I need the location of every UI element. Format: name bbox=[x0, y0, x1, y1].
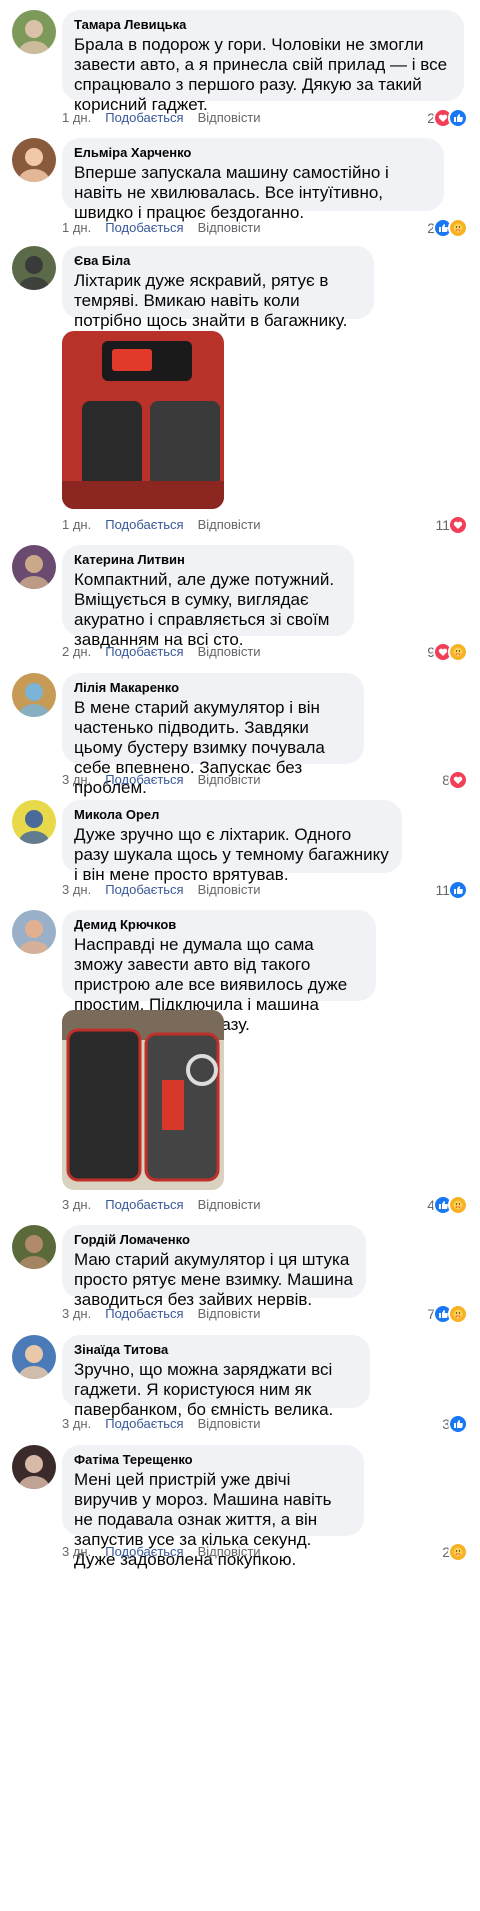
love-reaction-icon bbox=[448, 770, 468, 790]
comment-time[interactable]: 3 дн. bbox=[62, 772, 91, 787]
like-button[interactable]: Подобається bbox=[105, 517, 183, 532]
comment-time[interactable]: 3 дн. bbox=[62, 1416, 91, 1431]
comment-meta: 3 дн. Подобається Відповісти bbox=[62, 1195, 275, 1215]
reactions-summary[interactable]: 11 bbox=[435, 515, 468, 535]
care-reaction-icon bbox=[448, 642, 468, 662]
comment-text: Брала в подорож у гори. Чоловіки не змог… bbox=[74, 35, 448, 114]
avatar[interactable] bbox=[12, 1225, 56, 1269]
like-button[interactable]: Подобається bbox=[105, 220, 183, 235]
reply-button[interactable]: Відповісти bbox=[198, 1306, 261, 1321]
comment-meta: 1 дн. Подобається Відповісти bbox=[62, 515, 275, 535]
avatar[interactable] bbox=[12, 545, 56, 589]
comment-bubble: Лілія Макаренко В мене старий акумулятор … bbox=[62, 673, 364, 797]
comment-time[interactable]: 3 дн. bbox=[62, 1306, 91, 1321]
reactions-summary[interactable]: 8 bbox=[442, 770, 468, 790]
comment-time[interactable]: 3 дн. bbox=[62, 1197, 91, 1212]
avatar[interactable] bbox=[12, 138, 56, 182]
reactions-summary[interactable]: 4 bbox=[427, 1195, 468, 1215]
avatar[interactable] bbox=[12, 673, 56, 717]
avatar[interactable] bbox=[12, 1445, 56, 1489]
care-reaction-icon bbox=[448, 1542, 468, 1562]
reply-button[interactable]: Відповісти bbox=[198, 1544, 261, 1559]
care-reaction-icon bbox=[448, 1195, 468, 1215]
comment-meta: 3 дн. Подобається Відповісти bbox=[62, 1542, 275, 1562]
comment-author[interactable]: Зінаїда Титова bbox=[74, 1341, 358, 1359]
reply-button[interactable]: Відповісти bbox=[198, 644, 261, 659]
comment-bubble: Катерина Литвин Компактний, але дуже поту… bbox=[62, 545, 354, 649]
avatar[interactable] bbox=[12, 800, 56, 844]
comment-author[interactable]: Єва Біла bbox=[74, 252, 362, 270]
comment-time[interactable]: 3 дн. bbox=[62, 1544, 91, 1559]
comment-time[interactable]: 1 дн. bbox=[62, 110, 91, 125]
like-reaction-icon bbox=[448, 108, 468, 128]
reply-button[interactable]: Відповісти bbox=[198, 882, 261, 897]
care-reaction-icon bbox=[448, 218, 468, 238]
comment-author[interactable]: Ельміра Харченко bbox=[74, 144, 432, 162]
comment-bubble: Ельміра Харченко Вперше запускала машину … bbox=[62, 138, 444, 222]
comment-time[interactable]: 1 дн. bbox=[62, 220, 91, 235]
reactions-summary[interactable]: 11 bbox=[435, 880, 468, 900]
comment-meta: 2 дн. Подобається Відповісти bbox=[62, 642, 275, 662]
reply-button[interactable]: Відповісти bbox=[198, 1416, 261, 1431]
like-reaction-icon bbox=[448, 1414, 468, 1434]
reply-button[interactable]: Відповісти bbox=[198, 220, 261, 235]
like-button[interactable]: Подобається bbox=[105, 882, 183, 897]
like-button[interactable]: Подобається bbox=[105, 1306, 183, 1321]
comment-photo[interactable] bbox=[62, 331, 224, 509]
comment-text: Ліхтарик дуже яскравий, рятує в темряві.… bbox=[74, 271, 348, 330]
love-reaction-icon bbox=[448, 515, 468, 535]
comment-time[interactable]: 3 дн. bbox=[62, 882, 91, 897]
comment-author[interactable]: Лілія Макаренко bbox=[74, 679, 352, 697]
comment-meta: 3 дн. Подобається Відповісти bbox=[62, 880, 275, 900]
comment-bubble: Тамара Левицька Брала в подорож у гори. Ч… bbox=[62, 10, 464, 114]
like-button[interactable]: Подобається bbox=[105, 772, 183, 787]
comment-meta: 3 дн. Подобається Відповісти bbox=[62, 770, 275, 790]
comment-bubble: Зінаїда Титова Зручно, що можна заряджати… bbox=[62, 1335, 370, 1419]
avatar[interactable] bbox=[12, 10, 56, 54]
comment-author[interactable]: Фатіма Терещенко bbox=[74, 1451, 352, 1469]
reactions-summary[interactable]: 9 bbox=[427, 642, 468, 662]
comment-meta: 3 дн. Подобається Відповісти bbox=[62, 1414, 275, 1434]
comment-text: Компактний, але дуже потужний. Вміщуєтьс… bbox=[74, 570, 335, 649]
care-reaction-icon bbox=[448, 1304, 468, 1324]
reactions-summary[interactable]: 7 bbox=[427, 1304, 468, 1324]
comment-text: Дуже зручно що є ліхтарик. Одного разу ш… bbox=[74, 825, 389, 884]
comment-author[interactable]: Гордій Ломаченко bbox=[74, 1231, 354, 1249]
comment-photo[interactable] bbox=[62, 1010, 224, 1190]
comment-bubble: Гордій Ломаченко Маю старий акумулятор і … bbox=[62, 1225, 366, 1309]
reactions-summary[interactable]: 2 bbox=[442, 1542, 468, 1562]
like-reaction-icon bbox=[448, 880, 468, 900]
reactions-summary[interactable]: 2 bbox=[427, 218, 468, 238]
reactions-summary[interactable]: 2 bbox=[427, 108, 468, 128]
comment-author[interactable]: Микола Орел bbox=[74, 806, 390, 824]
like-button[interactable]: Подобається bbox=[105, 1544, 183, 1559]
comment-time[interactable]: 2 дн. bbox=[62, 644, 91, 659]
reply-button[interactable]: Відповісти bbox=[198, 1197, 261, 1212]
comment-meta: 1 дн. Подобається Відповісти bbox=[62, 218, 275, 238]
avatar[interactable] bbox=[12, 1335, 56, 1379]
comment-text: Зручно, що можна заряджати всі гаджети. … bbox=[74, 1360, 334, 1419]
reply-button[interactable]: Відповісти bbox=[198, 772, 261, 787]
reply-button[interactable]: Відповісти bbox=[198, 110, 261, 125]
comment-author[interactable]: Тамара Левицька bbox=[74, 16, 452, 34]
reactions-summary[interactable]: 3 bbox=[442, 1414, 468, 1434]
comment-text: Маю старий акумулятор і ця штука просто … bbox=[74, 1250, 353, 1309]
like-button[interactable]: Подобається bbox=[105, 644, 183, 659]
comment-time[interactable]: 1 дн. bbox=[62, 517, 91, 532]
comment-meta: 3 дн. Подобається Відповісти bbox=[62, 1304, 275, 1324]
comment-author[interactable]: Демид Крючков bbox=[74, 916, 364, 934]
comment-bubble: Микола Орел Дуже зручно що є ліхтарик. Од… bbox=[62, 800, 402, 884]
comment-text: Вперше запускала машину самостійно і нав… bbox=[74, 163, 389, 222]
like-button[interactable]: Подобається bbox=[105, 1197, 183, 1212]
comment-meta: 1 дн. Подобається Відповісти bbox=[62, 108, 275, 128]
comment-bubble: Демид Крючков Насправді не думала що сама… bbox=[62, 910, 376, 1034]
avatar[interactable] bbox=[12, 910, 56, 954]
like-button[interactable]: Подобається bbox=[105, 1416, 183, 1431]
like-button[interactable]: Подобається bbox=[105, 110, 183, 125]
avatar[interactable] bbox=[12, 246, 56, 290]
reply-button[interactable]: Відповісти bbox=[198, 517, 261, 532]
comment-bubble: Єва Біла Ліхтарик дуже яскравий, рятує в … bbox=[62, 246, 374, 330]
comment-bubble: Фатіма Терещенко Мені цей пристрій уже дв… bbox=[62, 1445, 364, 1569]
comment-author[interactable]: Катерина Литвин bbox=[74, 551, 342, 569]
